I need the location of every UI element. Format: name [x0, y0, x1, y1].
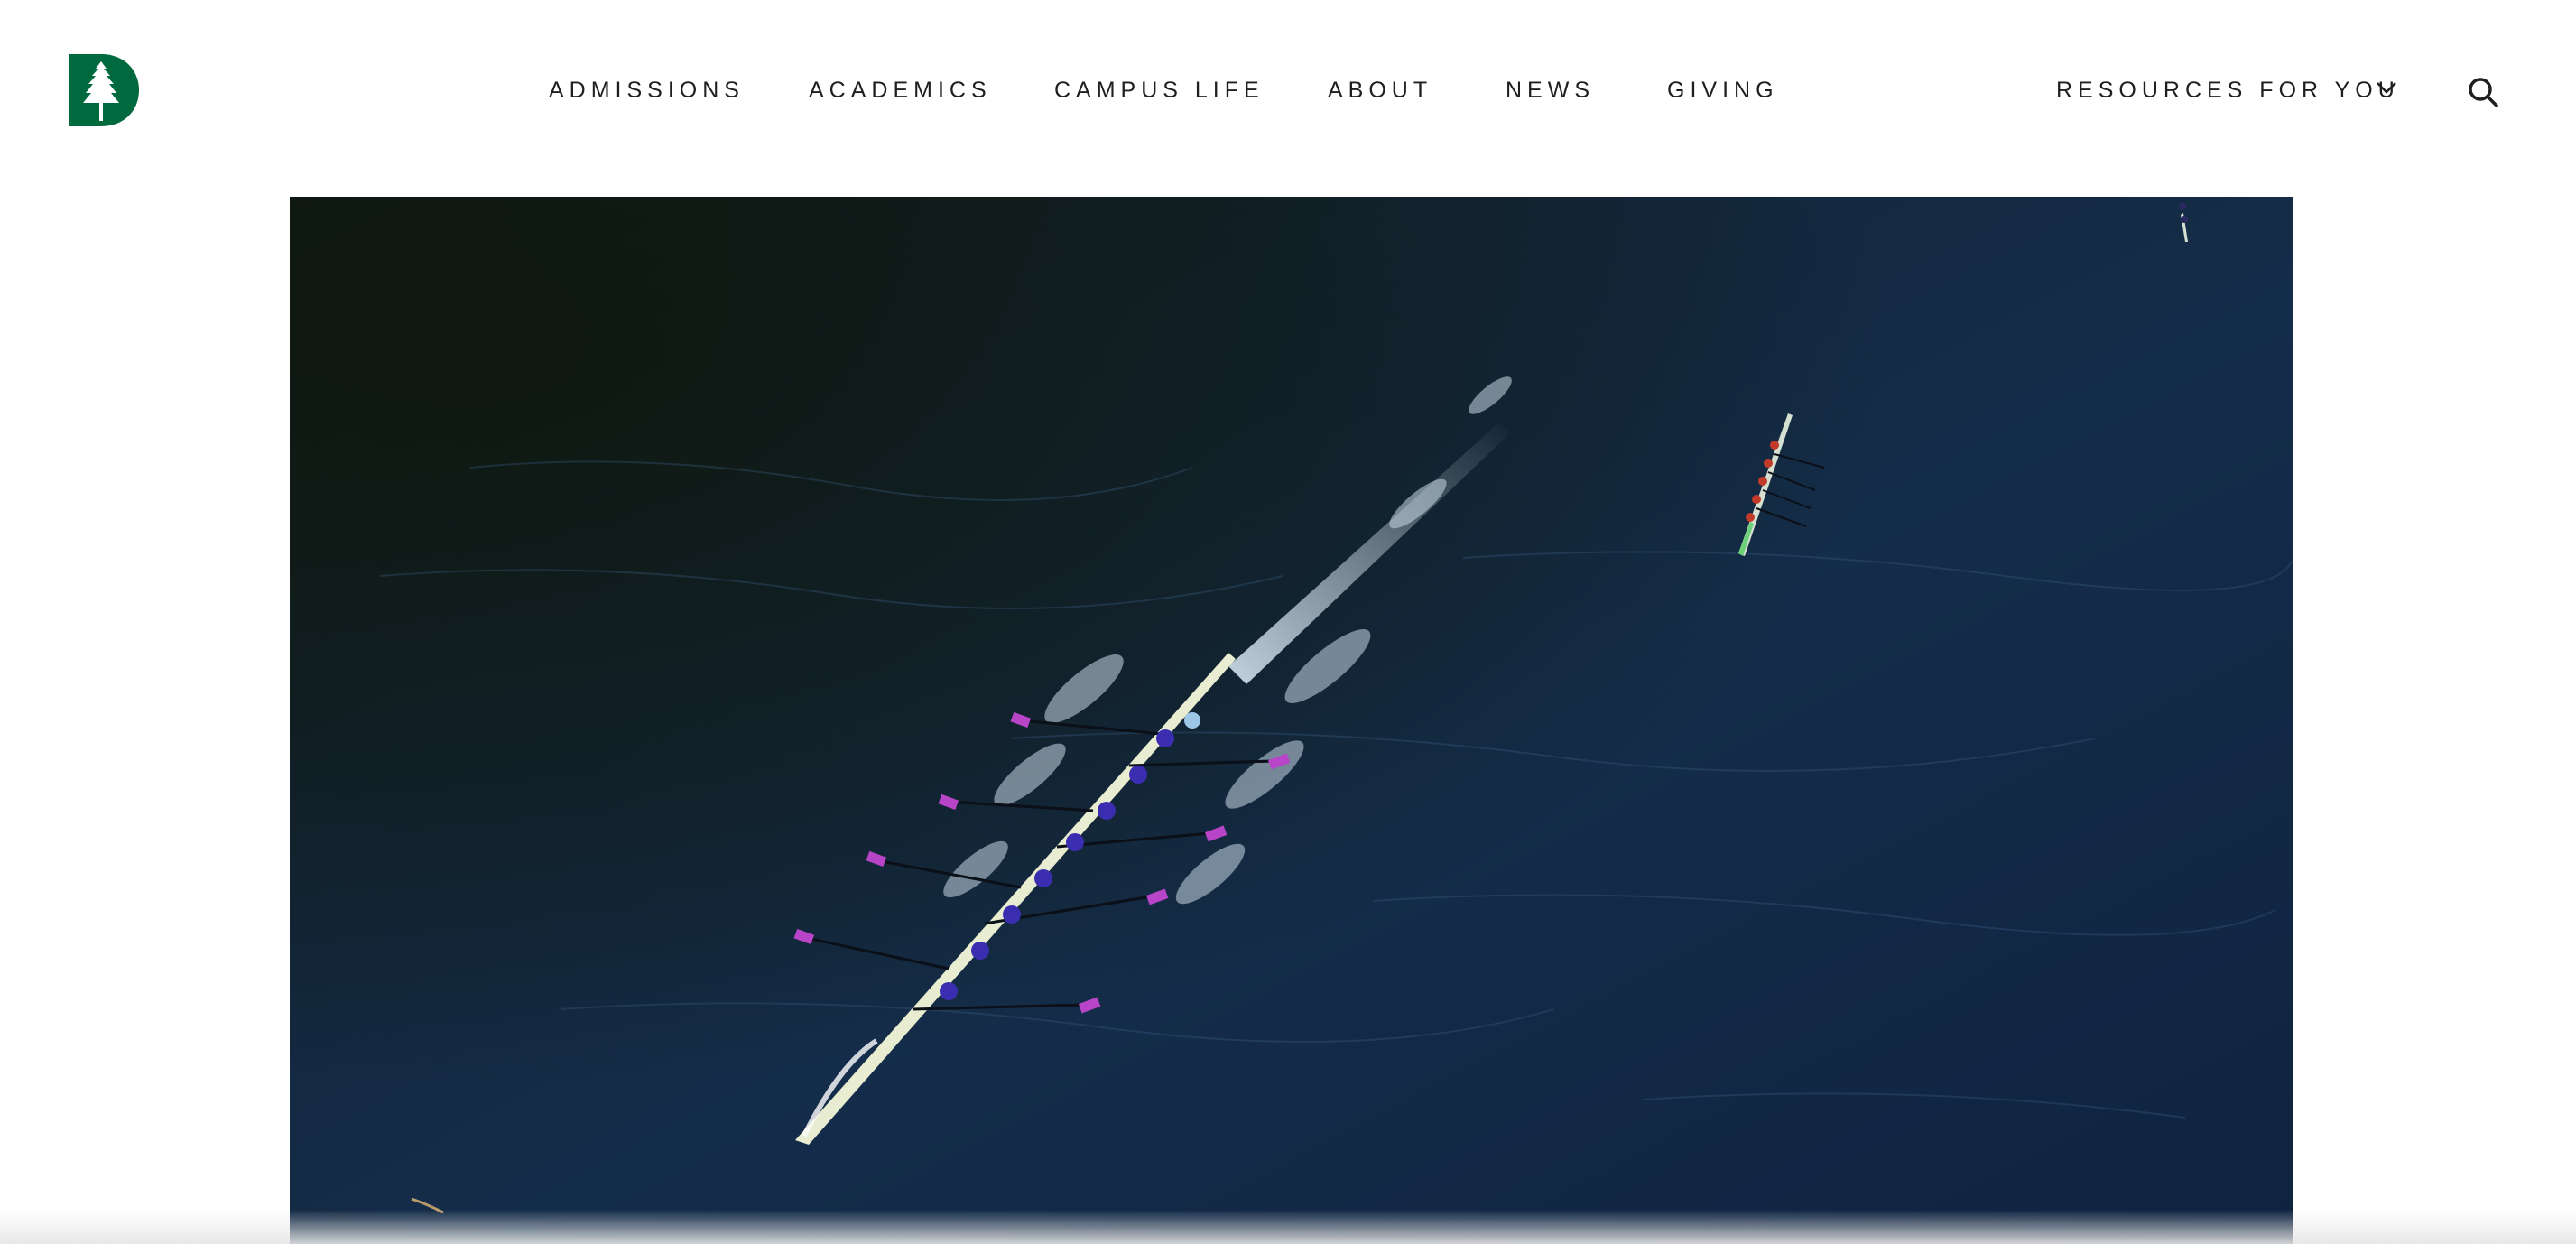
rowing-photo	[290, 197, 2293, 1244]
nav-about[interactable]: ABOUT	[1328, 77, 1432, 104]
resources-for-you-menu[interactable]: RESOURCES FOR YOU	[2056, 77, 2400, 104]
hero-image	[290, 197, 2293, 1244]
chevron-down-icon[interactable]	[2376, 79, 2397, 96]
nav-academics[interactable]: ACADEMICS	[809, 77, 992, 104]
nav-admissions[interactable]: ADMISSIONS	[549, 77, 745, 104]
nav-giving[interactable]: GIVING	[1667, 77, 1779, 104]
nav-campus-life[interactable]: CAMPUS LIFE	[1054, 77, 1265, 104]
site-header: ADMISSIONS ACADEMICS CAMPUS LIFE ABOUT N…	[0, 0, 2576, 197]
nav-news[interactable]: NEWS	[1506, 77, 1595, 104]
search-icon[interactable]	[2467, 76, 2499, 108]
